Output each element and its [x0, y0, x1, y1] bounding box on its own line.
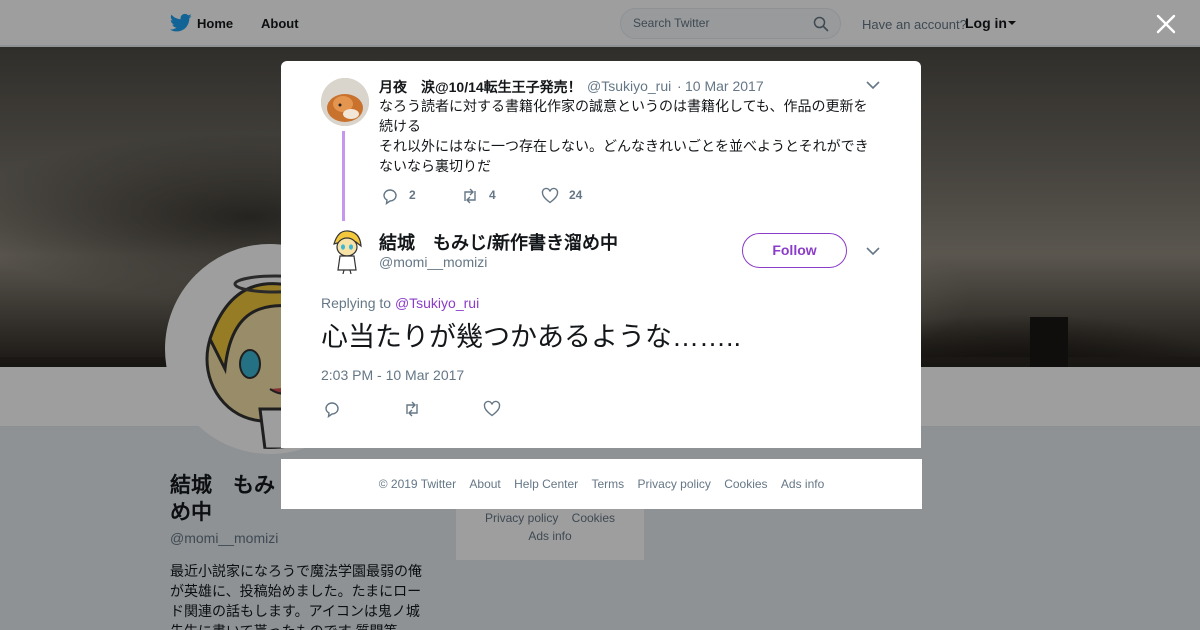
parent-tweet-author-handle[interactable]: @Tsukiyo_rui	[587, 78, 671, 94]
author-avatar[interactable]	[328, 228, 366, 274]
replying-to-line: Replying to @Tsukiyo_rui	[321, 295, 479, 311]
footer-about-link[interactable]: About	[469, 477, 500, 491]
footer-help-center-link[interactable]: Help Center	[514, 477, 578, 491]
footer-cookies-link[interactable]: Cookies	[724, 477, 767, 491]
reply-count: 2	[409, 188, 416, 202]
parent-tweet-text-line: それ以外にはなに一つ存在しない。どんなきれいごとを並べようとそれができ	[379, 138, 869, 154]
parent-tweet-avatar[interactable]	[321, 78, 369, 126]
thread-connector-line	[342, 131, 345, 221]
footer-terms-link[interactable]: Terms	[591, 477, 624, 491]
parent-tweet-text: なろう読者に対する書籍化作家の誠意というのは書籍化しても、作品の更新を 続ける …	[379, 96, 879, 176]
footer-copyright: © 2019 Twitter	[378, 477, 457, 491]
tweet-author-name[interactable]: 結城 もみじ/新作書き溜め中	[379, 229, 618, 255]
tweet-text: 心当たりが幾つかあるような……..	[321, 322, 742, 352]
cat-photo-avatar-image	[321, 78, 369, 126]
chevron-down-icon[interactable]	[866, 80, 880, 90]
footer-links: © 2019 Twitter About Help Center Terms P…	[281, 477, 922, 491]
parent-tweet-author-name[interactable]: 月夜 涙@10/14転生王子発売！	[379, 77, 582, 97]
parent-tweet-text-line: なろう読者に対する書籍化作家の誠意というのは書籍化しても、作品の更新を	[379, 98, 868, 114]
close-icon[interactable]	[1156, 14, 1176, 34]
parent-tweet-date[interactable]: 10 Mar 2017	[685, 78, 764, 94]
tweet-author-handle[interactable]: @momi__momizi	[379, 254, 487, 270]
footer-ads-info-link[interactable]: Ads info	[781, 477, 824, 491]
follow-button[interactable]: Follow	[742, 233, 847, 268]
tweet-timestamp[interactable]: 2:03 PM - 10 Mar 2017	[321, 367, 464, 383]
replying-to-label: Replying to	[321, 295, 392, 311]
retweet-icon	[464, 188, 476, 204]
parent-tweet-text-line: 続ける	[379, 118, 421, 134]
parent-tweet-separator: ·	[677, 78, 682, 94]
replying-to-handle-link[interactable]: @Tsukiyo_rui	[395, 295, 479, 311]
heart-icon	[483, 400, 501, 417]
retweet-count: 4	[489, 188, 496, 202]
reply-icon	[383, 189, 397, 205]
like-count: 24	[569, 188, 583, 202]
chevron-down-icon[interactable]	[866, 246, 880, 256]
tweet-permalink-modal: 月夜 涙@10/14転生王子発売！ @Tsukiyo_rui · 10 Mar …	[281, 61, 921, 448]
retweet-icon	[406, 401, 418, 417]
heart-icon	[541, 187, 559, 204]
reply-icon	[325, 402, 339, 418]
parent-tweet-text-line: ないなら裏切りだ	[379, 158, 491, 174]
footer-privacy-link[interactable]: Privacy policy	[638, 477, 711, 491]
modal-footer: © 2019 Twitter About Help Center Terms P…	[281, 459, 922, 509]
